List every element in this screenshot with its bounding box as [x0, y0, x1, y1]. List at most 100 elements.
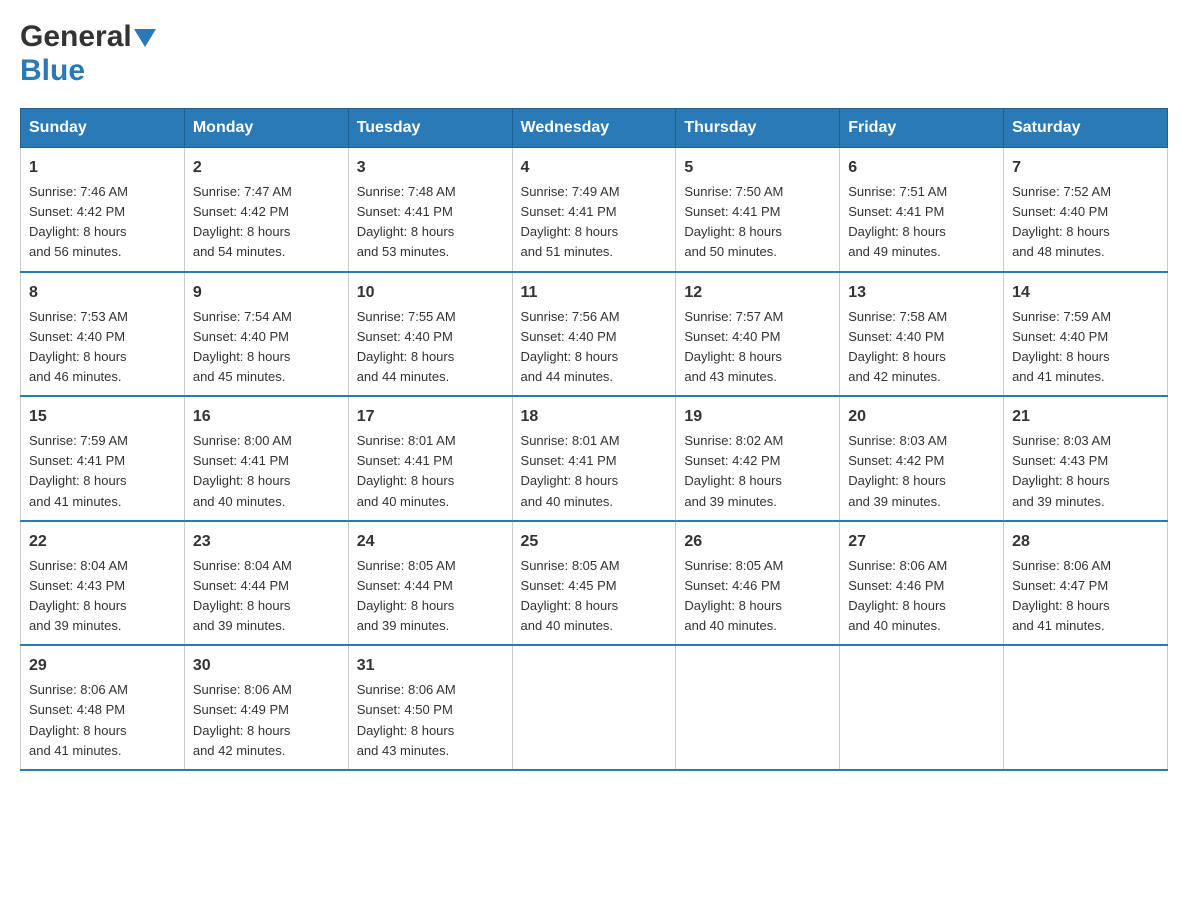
header-thursday: Thursday	[676, 109, 840, 148]
day-number: 4	[521, 156, 668, 180]
logo: General Blue	[20, 20, 156, 88]
day-info: Sunrise: 8:00 AMSunset: 4:41 PMDaylight:…	[193, 431, 340, 512]
calendar-cell: 25Sunrise: 8:05 AMSunset: 4:45 PMDayligh…	[512, 521, 676, 646]
calendar-cell: 9Sunrise: 7:54 AMSunset: 4:40 PMDaylight…	[184, 272, 348, 397]
day-number: 24	[357, 530, 504, 554]
calendar-cell: 1Sunrise: 7:46 AMSunset: 4:42 PMDaylight…	[21, 148, 185, 272]
day-number: 28	[1012, 530, 1159, 554]
calendar-cell	[512, 645, 676, 770]
page-header: General Blue	[20, 20, 1168, 88]
day-number: 11	[521, 281, 668, 305]
calendar-cell: 8Sunrise: 7:53 AMSunset: 4:40 PMDaylight…	[21, 272, 185, 397]
calendar-cell: 14Sunrise: 7:59 AMSunset: 4:40 PMDayligh…	[1004, 272, 1168, 397]
day-info: Sunrise: 7:48 AMSunset: 4:41 PMDaylight:…	[357, 182, 504, 263]
day-number: 1	[29, 156, 176, 180]
day-info: Sunrise: 8:06 AMSunset: 4:47 PMDaylight:…	[1012, 556, 1159, 637]
day-number: 27	[848, 530, 995, 554]
day-number: 22	[29, 530, 176, 554]
calendar-table: Sunday Monday Tuesday Wednesday Thursday…	[20, 108, 1168, 771]
day-number: 17	[357, 405, 504, 429]
day-number: 10	[357, 281, 504, 305]
day-info: Sunrise: 8:06 AMSunset: 4:46 PMDaylight:…	[848, 556, 995, 637]
header-saturday: Saturday	[1004, 109, 1168, 148]
day-info: Sunrise: 7:52 AMSunset: 4:40 PMDaylight:…	[1012, 182, 1159, 263]
day-info: Sunrise: 7:53 AMSunset: 4:40 PMDaylight:…	[29, 307, 176, 388]
header-monday: Monday	[184, 109, 348, 148]
calendar-cell: 13Sunrise: 7:58 AMSunset: 4:40 PMDayligh…	[840, 272, 1004, 397]
calendar-cell: 19Sunrise: 8:02 AMSunset: 4:42 PMDayligh…	[676, 396, 840, 521]
day-info: Sunrise: 8:05 AMSunset: 4:45 PMDaylight:…	[521, 556, 668, 637]
day-info: Sunrise: 7:58 AMSunset: 4:40 PMDaylight:…	[848, 307, 995, 388]
day-info: Sunrise: 8:04 AMSunset: 4:44 PMDaylight:…	[193, 556, 340, 637]
calendar-cell: 6Sunrise: 7:51 AMSunset: 4:41 PMDaylight…	[840, 148, 1004, 272]
calendar-week-row-1: 1Sunrise: 7:46 AMSunset: 4:42 PMDaylight…	[21, 148, 1168, 272]
calendar-week-row-3: 15Sunrise: 7:59 AMSunset: 4:41 PMDayligh…	[21, 396, 1168, 521]
calendar-cell: 28Sunrise: 8:06 AMSunset: 4:47 PMDayligh…	[1004, 521, 1168, 646]
day-number: 8	[29, 281, 176, 305]
day-number: 16	[193, 405, 340, 429]
calendar-cell: 30Sunrise: 8:06 AMSunset: 4:49 PMDayligh…	[184, 645, 348, 770]
day-number: 3	[357, 156, 504, 180]
day-info: Sunrise: 8:06 AMSunset: 4:48 PMDaylight:…	[29, 680, 176, 761]
calendar-cell: 17Sunrise: 8:01 AMSunset: 4:41 PMDayligh…	[348, 396, 512, 521]
day-info: Sunrise: 8:01 AMSunset: 4:41 PMDaylight:…	[521, 431, 668, 512]
calendar-cell: 12Sunrise: 7:57 AMSunset: 4:40 PMDayligh…	[676, 272, 840, 397]
day-number: 19	[684, 405, 831, 429]
day-number: 5	[684, 156, 831, 180]
calendar-cell: 29Sunrise: 8:06 AMSunset: 4:48 PMDayligh…	[21, 645, 185, 770]
day-info: Sunrise: 8:03 AMSunset: 4:43 PMDaylight:…	[1012, 431, 1159, 512]
calendar-cell: 4Sunrise: 7:49 AMSunset: 4:41 PMDaylight…	[512, 148, 676, 272]
calendar-cell: 18Sunrise: 8:01 AMSunset: 4:41 PMDayligh…	[512, 396, 676, 521]
logo-blue: Blue	[20, 54, 85, 87]
day-number: 30	[193, 654, 340, 678]
day-number: 29	[29, 654, 176, 678]
header-tuesday: Tuesday	[348, 109, 512, 148]
logo-triangle-icon	[134, 29, 156, 47]
calendar-cell: 7Sunrise: 7:52 AMSunset: 4:40 PMDaylight…	[1004, 148, 1168, 272]
header-sunday: Sunday	[21, 109, 185, 148]
calendar-cell: 21Sunrise: 8:03 AMSunset: 4:43 PMDayligh…	[1004, 396, 1168, 521]
day-number: 12	[684, 281, 831, 305]
calendar-week-row-2: 8Sunrise: 7:53 AMSunset: 4:40 PMDaylight…	[21, 272, 1168, 397]
day-info: Sunrise: 7:51 AMSunset: 4:41 PMDaylight:…	[848, 182, 995, 263]
day-info: Sunrise: 8:01 AMSunset: 4:41 PMDaylight:…	[357, 431, 504, 512]
header-friday: Friday	[840, 109, 1004, 148]
day-info: Sunrise: 8:06 AMSunset: 4:50 PMDaylight:…	[357, 680, 504, 761]
day-info: Sunrise: 8:02 AMSunset: 4:42 PMDaylight:…	[684, 431, 831, 512]
calendar-cell: 23Sunrise: 8:04 AMSunset: 4:44 PMDayligh…	[184, 521, 348, 646]
day-number: 6	[848, 156, 995, 180]
day-info: Sunrise: 7:54 AMSunset: 4:40 PMDaylight:…	[193, 307, 340, 388]
calendar-cell	[840, 645, 1004, 770]
day-number: 13	[848, 281, 995, 305]
logo-general: General	[20, 20, 132, 54]
day-number: 14	[1012, 281, 1159, 305]
calendar-cell: 31Sunrise: 8:06 AMSunset: 4:50 PMDayligh…	[348, 645, 512, 770]
day-info: Sunrise: 7:47 AMSunset: 4:42 PMDaylight:…	[193, 182, 340, 263]
day-info: Sunrise: 8:05 AMSunset: 4:46 PMDaylight:…	[684, 556, 831, 637]
day-info: Sunrise: 8:05 AMSunset: 4:44 PMDaylight:…	[357, 556, 504, 637]
calendar-cell: 24Sunrise: 8:05 AMSunset: 4:44 PMDayligh…	[348, 521, 512, 646]
calendar-cell: 2Sunrise: 7:47 AMSunset: 4:42 PMDaylight…	[184, 148, 348, 272]
day-info: Sunrise: 7:57 AMSunset: 4:40 PMDaylight:…	[684, 307, 831, 388]
day-info: Sunrise: 8:04 AMSunset: 4:43 PMDaylight:…	[29, 556, 176, 637]
day-info: Sunrise: 8:06 AMSunset: 4:49 PMDaylight:…	[193, 680, 340, 761]
day-number: 9	[193, 281, 340, 305]
day-info: Sunrise: 7:59 AMSunset: 4:41 PMDaylight:…	[29, 431, 176, 512]
calendar-header-row: Sunday Monday Tuesday Wednesday Thursday…	[21, 109, 1168, 148]
calendar-week-row-5: 29Sunrise: 8:06 AMSunset: 4:48 PMDayligh…	[21, 645, 1168, 770]
day-number: 26	[684, 530, 831, 554]
day-info: Sunrise: 7:55 AMSunset: 4:40 PMDaylight:…	[357, 307, 504, 388]
header-wednesday: Wednesday	[512, 109, 676, 148]
day-info: Sunrise: 7:56 AMSunset: 4:40 PMDaylight:…	[521, 307, 668, 388]
day-number: 2	[193, 156, 340, 180]
day-number: 18	[521, 405, 668, 429]
calendar-cell: 15Sunrise: 7:59 AMSunset: 4:41 PMDayligh…	[21, 396, 185, 521]
calendar-cell: 10Sunrise: 7:55 AMSunset: 4:40 PMDayligh…	[348, 272, 512, 397]
calendar-cell	[1004, 645, 1168, 770]
calendar-cell: 20Sunrise: 8:03 AMSunset: 4:42 PMDayligh…	[840, 396, 1004, 521]
day-number: 20	[848, 405, 995, 429]
day-info: Sunrise: 7:59 AMSunset: 4:40 PMDaylight:…	[1012, 307, 1159, 388]
day-info: Sunrise: 7:46 AMSunset: 4:42 PMDaylight:…	[29, 182, 176, 263]
day-number: 31	[357, 654, 504, 678]
calendar-cell: 11Sunrise: 7:56 AMSunset: 4:40 PMDayligh…	[512, 272, 676, 397]
